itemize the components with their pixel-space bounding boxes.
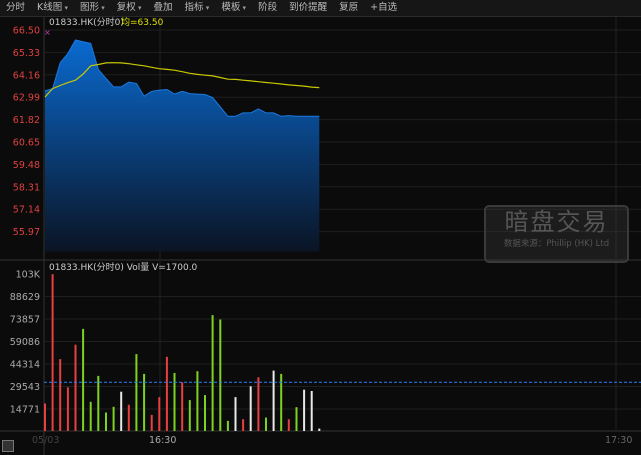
- volume-bar: [196, 371, 199, 431]
- volume-bar: [105, 412, 107, 431]
- volume-bar: [181, 382, 184, 431]
- average-price-label: 均=63.50: [121, 16, 164, 28]
- volume-bar: [97, 375, 100, 431]
- volume-bar: [74, 344, 77, 431]
- time-tick-label: 05/03: [32, 435, 59, 446]
- price-tick-label: 64.16: [13, 70, 40, 81]
- volume-bar: [303, 389, 306, 431]
- volume-label: 01833.HK(分时0) Vol量 V=1700.0: [49, 261, 198, 273]
- volume-bar: [272, 370, 275, 431]
- price-symbol-label: 01833.HK(分时0): [49, 16, 124, 28]
- volume-bar: [249, 386, 252, 431]
- price-tick-label: 60.65: [13, 138, 40, 149]
- volume-bar: [150, 414, 153, 431]
- volume-bar: [257, 377, 260, 431]
- price-tick-label: 59.48: [13, 160, 40, 171]
- volume-tick-label: 73857: [10, 315, 40, 326]
- volume-bar: [158, 397, 161, 431]
- volume-bar: [226, 420, 229, 431]
- watermark-title: 暗盘交易: [504, 208, 609, 236]
- price-tick-label: 65.33: [13, 48, 40, 59]
- panel-toggle-button[interactable]: [2, 440, 14, 452]
- price-tick-label: 61.82: [13, 115, 40, 126]
- volume-bar: [211, 315, 214, 431]
- volume-tick-label: 88629: [10, 292, 40, 303]
- volume-bar: [127, 404, 130, 431]
- volume-bar: [295, 407, 298, 431]
- volume-tick-label: 29543: [10, 382, 40, 393]
- marker-x-icon: ×: [44, 28, 51, 37]
- volume-bar: [89, 401, 92, 431]
- volume-bar: [234, 397, 237, 431]
- volume-bar: [173, 372, 176, 431]
- watermark: 暗盘交易 数据来源：Phillip (HK) Ltd: [484, 205, 629, 263]
- volume-bar: [242, 419, 245, 431]
- time-tick-label: 17:30: [605, 435, 632, 446]
- price-tick-label: 66.50: [13, 26, 40, 37]
- volume-tick-label: 14771: [10, 405, 40, 416]
- volume-bar: [59, 359, 62, 431]
- volume-bar: [310, 391, 313, 431]
- watermark-source: 数据来源：Phillip (HK) Ltd: [503, 239, 610, 249]
- volume-bar: [44, 403, 46, 431]
- volume-bar: [51, 274, 54, 431]
- volume-bar: [82, 328, 85, 431]
- volume-bar: [204, 395, 206, 431]
- volume-bar: [265, 417, 267, 431]
- time-tick-label: 16:30: [149, 435, 176, 446]
- volume-bar: [219, 319, 222, 431]
- volume-tick-label: 103K: [16, 270, 41, 281]
- volume-tick-label: 44314: [10, 360, 40, 371]
- price-tick-label: 62.99: [13, 93, 40, 104]
- volume-bar: [188, 400, 191, 431]
- price-tick-label: 55.97: [13, 227, 40, 238]
- volume-bar: [318, 428, 321, 431]
- volume-bar: [287, 419, 290, 431]
- volume-bar: [112, 406, 115, 431]
- volume-bar: [66, 387, 69, 431]
- volume-bar: [165, 356, 168, 431]
- price-tick-label: 57.14: [13, 205, 40, 216]
- volume-bar: [135, 354, 138, 431]
- price-tick-label: 58.31: [13, 182, 40, 193]
- volume-bar: [120, 391, 123, 431]
- volume-tick-label: 59086: [10, 337, 40, 348]
